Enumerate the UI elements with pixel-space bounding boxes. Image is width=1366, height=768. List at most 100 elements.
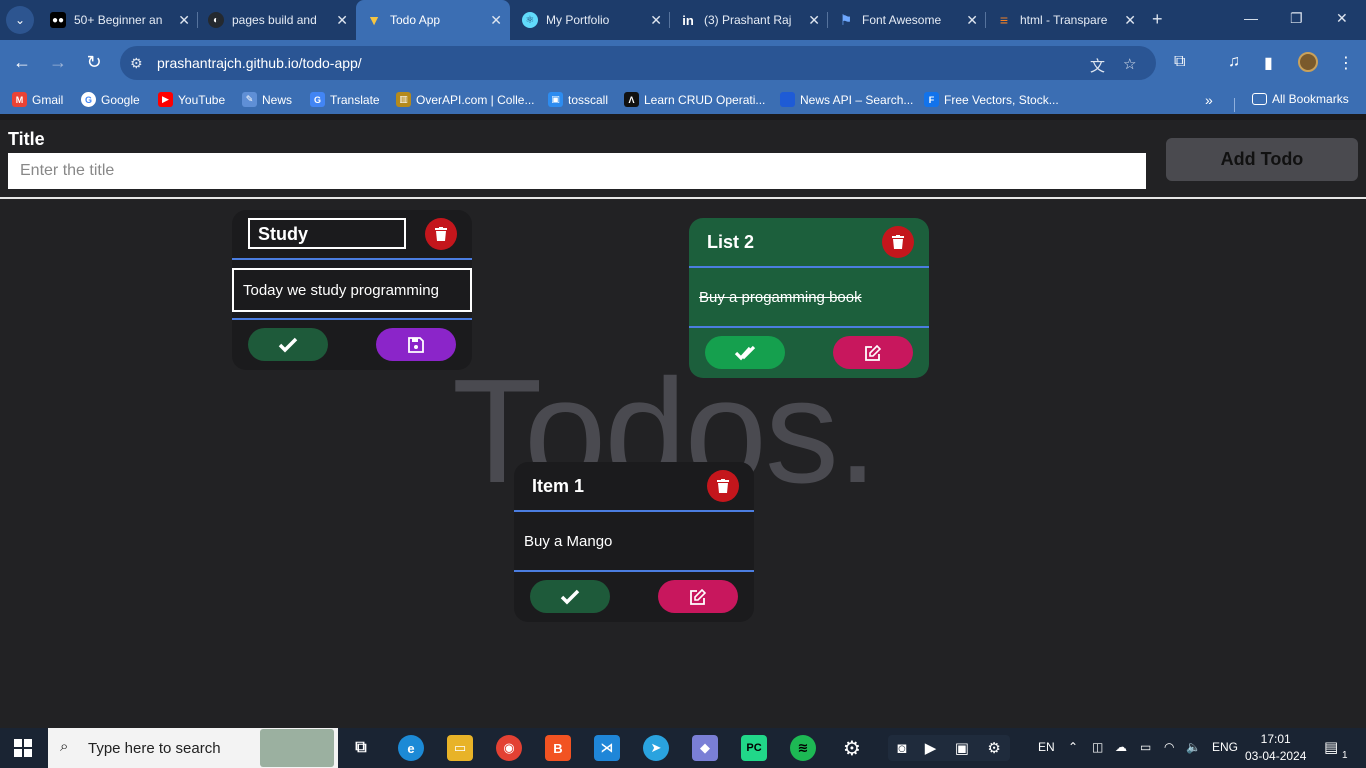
forward-icon[interactable]: → (47, 52, 69, 73)
restore-icon[interactable]: ❐ (1290, 10, 1303, 27)
header-divider (0, 197, 1366, 199)
bookmark-freepik[interactable]: F Free Vectors, Stock... (924, 92, 1059, 107)
todo-text-edit-field[interactable]: Today we study programming (232, 268, 472, 312)
edge-icon[interactable]: e (398, 735, 424, 761)
vite-icon: ▼ (367, 12, 381, 28)
tab-font-awesome[interactable]: ⚑ Font Awesome ✕ (828, 0, 986, 40)
bookmark-learn-crud[interactable]: Λ Learn CRUD Operati... (624, 92, 765, 107)
todo-title-edit-field[interactable]: Study (248, 218, 406, 249)
translate-icon[interactable]: ⽂ (1090, 55, 1105, 76)
tab-github[interactable]: ◐ pages build and ✕ (198, 0, 356, 40)
pycharm-icon[interactable]: PC (741, 735, 767, 761)
taskbar-search[interactable]: ⌕ Type here to search (48, 728, 338, 768)
more-bookmarks-icon[interactable]: » (1205, 92, 1213, 108)
telegram-icon[interactable]: ➤ (643, 735, 669, 761)
close-icon[interactable]: ✕ (178, 12, 190, 29)
react-icon: ⚛ (522, 12, 538, 28)
url-text[interactable]: prashantrajch.github.io/todo-app/ (157, 55, 362, 71)
bookmark-overapi[interactable]: ▥ OverAPI.com | Colle... (396, 92, 534, 107)
battery-icon[interactable]: ▭ (1140, 740, 1151, 754)
bookmark-gmail[interactable]: M Gmail (12, 92, 63, 107)
github-icon: ◐ (208, 12, 224, 28)
profile-avatar[interactable] (1298, 52, 1318, 72)
edit-button[interactable] (658, 580, 738, 613)
bookmark-news-api[interactable]: News API – Search... (780, 92, 913, 107)
vscode-icon[interactable]: ⋊ (594, 735, 620, 761)
side-panel-icon[interactable]: ▮ (1264, 53, 1273, 73)
todo-title: Item 1 (532, 476, 585, 496)
snipping-toolbar[interactable]: ◙ ▶ ▣ ⚙ (888, 735, 1010, 761)
fontawesome-icon: ⚑ (839, 11, 853, 28)
stackoverflow-icon: ≡ (999, 12, 1009, 28)
window-icon[interactable]: ▣ (955, 739, 969, 757)
tab-medium[interactable]: ●● 50+ Beginner an ✕ (40, 0, 198, 40)
title-label: Title (8, 129, 45, 149)
git-icon[interactable]: ◆ (692, 735, 718, 761)
windows-taskbar: ⌕ Type here to search ⧉ e ▭ ◉ B ⋊ ➤ ◆ PC… (0, 728, 1366, 768)
complete-button[interactable] (248, 328, 328, 361)
close-icon[interactable]: ✕ (490, 12, 502, 29)
settings-icon[interactable]: ⚙ (839, 735, 865, 761)
input-language[interactable]: ENG (1212, 740, 1238, 754)
camera-icon[interactable]: ◙ (897, 740, 906, 757)
close-icon[interactable]: ✕ (336, 12, 348, 29)
close-icon[interactable]: ✕ (650, 12, 662, 29)
file-explorer-icon[interactable]: ▭ (447, 735, 473, 761)
edit-button[interactable] (833, 336, 913, 369)
folder-icon (1252, 93, 1267, 105)
media-control-icon[interactable]: ♫ (1228, 53, 1240, 71)
windows-start-icon[interactable] (14, 739, 32, 757)
onedrive-icon[interactable]: ☁ (1115, 740, 1127, 754)
video-icon[interactable]: ▶ (925, 739, 937, 757)
new-tab-button[interactable]: + (1152, 9, 1163, 30)
double-check-icon (734, 345, 756, 360)
complete-button[interactable] (530, 580, 610, 613)
tab-linkedin[interactable]: in (3) Prashant Raj ✕ (670, 0, 828, 40)
tab-search-button[interactable]: ⌄ (6, 6, 34, 34)
bookmark-star-icon[interactable]: ☆ (1123, 55, 1136, 73)
gear-icon[interactable]: ⚙ (987, 739, 1000, 757)
system-clock[interactable]: 17:01 03-04-2024 (1245, 731, 1306, 765)
bookmark-google[interactable]: G Google (81, 92, 140, 107)
spotify-icon[interactable]: ≋ (790, 735, 816, 761)
todo-card-study: Study Today we study programming (232, 210, 472, 370)
minimize-icon[interactable]: — (1244, 10, 1258, 26)
address-bar[interactable]: ⚙ prashantrajch.github.io/todo-app/ ⽂ ☆ (120, 46, 1156, 80)
wifi-icon[interactable]: ◠ (1164, 740, 1174, 754)
all-bookmarks-folder[interactable]: All Bookmarks (1252, 92, 1349, 106)
trash-icon (435, 227, 447, 241)
meet-now-icon[interactable]: ◫ (1092, 740, 1103, 754)
window-close-icon[interactable]: ✕ (1336, 10, 1348, 27)
delete-button[interactable] (882, 226, 914, 258)
bookmark-translate[interactable]: G Translate (310, 92, 380, 107)
add-todo-button[interactable]: Add Todo (1166, 138, 1358, 181)
brave-icon[interactable]: B (545, 735, 571, 761)
tab-stackoverflow[interactable]: ≡ html - Transpare ✕ (986, 0, 1144, 40)
chrome-icon[interactable]: ◉ (496, 735, 522, 761)
close-icon[interactable]: ✕ (1124, 12, 1136, 29)
notification-icon[interactable]: ▤ (1324, 738, 1338, 756)
bookmark-tosscall[interactable]: ▣ tosscall (548, 92, 608, 107)
tab-portfolio[interactable]: ⚛ My Portfolio ✕ (512, 0, 670, 40)
chevron-up-icon[interactable]: ⌃ (1068, 740, 1078, 754)
site-info-icon[interactable]: ⚙ (130, 55, 143, 72)
save-button[interactable] (376, 328, 456, 361)
delete-button[interactable] (425, 218, 457, 250)
completed-button[interactable] (705, 336, 785, 369)
extensions-icon[interactable]: ⧉ (1174, 53, 1185, 71)
todo-card-list-2: List 2 Buy a progamming book (689, 218, 929, 378)
task-view-icon[interactable]: ⧉ (348, 735, 374, 761)
delete-button[interactable] (707, 470, 739, 502)
reload-icon[interactable]: ↻ (83, 52, 105, 73)
close-icon[interactable]: ✕ (808, 12, 820, 29)
bookmark-youtube[interactable]: ▶ YouTube (158, 92, 225, 107)
volume-icon[interactable]: 🔈 (1186, 740, 1201, 754)
back-icon[interactable]: ← (11, 52, 33, 73)
menu-kebab-icon[interactable]: ⋮ (1338, 53, 1354, 73)
title-input[interactable] (8, 153, 1146, 189)
bookmark-news[interactable]: ✎ News (242, 92, 292, 107)
language-indicator[interactable]: EN (1038, 740, 1055, 754)
tab-todo-app[interactable]: ▼ Todo App ✕ (356, 0, 510, 40)
youtube-icon: ▶ (158, 92, 173, 107)
close-icon[interactable]: ✕ (966, 12, 978, 29)
